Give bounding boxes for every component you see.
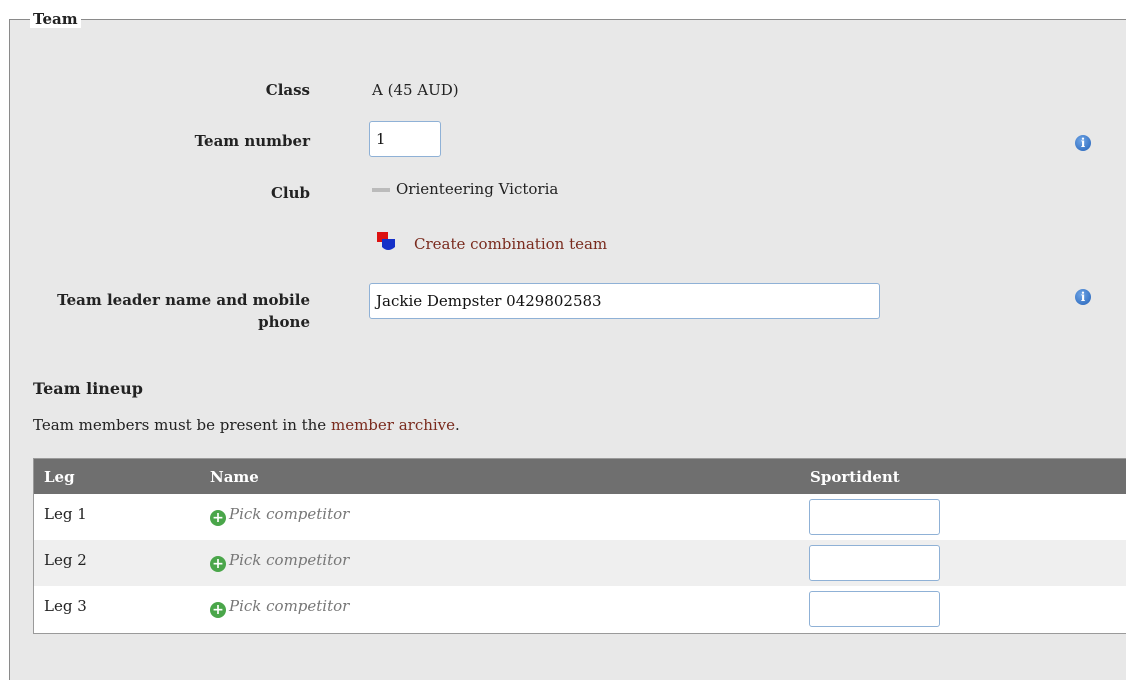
column-header-sportident: Sportident [810, 468, 900, 486]
team-lineup-heading: Team lineup [33, 379, 143, 398]
info-icon[interactable]: i [1075, 289, 1091, 305]
team-number-input[interactable]: 1 [369, 121, 441, 157]
column-header-leg: Leg [44, 468, 75, 486]
club-flag-icon [372, 188, 390, 192]
add-icon: + [210, 510, 226, 526]
club-label: Club [270, 184, 310, 202]
sportident-input[interactable] [809, 545, 940, 581]
team-leader-input[interactable]: Jackie Dempster 0429802583 [369, 283, 880, 319]
sportident-input[interactable] [809, 591, 940, 627]
table-row: Leg 3 + Pick competitor [34, 586, 1126, 632]
info-icon[interactable]: i [1075, 135, 1091, 151]
table-row: Leg 1 + Pick competitor [34, 494, 1126, 540]
class-label: Class [265, 81, 310, 99]
team-number-label: Team number [194, 132, 310, 150]
table-header: Leg Name Sportident [34, 459, 1126, 494]
team-lineup-note: Team members must be present in the memb… [33, 416, 460, 434]
pick-competitor-link[interactable]: + Pick competitor [210, 551, 349, 572]
pick-competitor-link[interactable]: + Pick competitor [210, 505, 349, 526]
leg-cell: Leg 3 [44, 597, 87, 615]
column-header-name: Name [210, 468, 259, 486]
add-icon: + [210, 556, 226, 572]
team-leader-label: Team leader name and mobile phone [57, 291, 310, 331]
fieldset-legend: Team [30, 10, 81, 28]
pick-competitor-link[interactable]: + Pick competitor [210, 597, 349, 618]
leg-cell: Leg 2 [44, 551, 87, 569]
add-icon: + [210, 602, 226, 618]
club-value: Orienteering Victoria [372, 180, 558, 198]
create-combination-team-link[interactable]: Create combination team [414, 235, 607, 253]
member-archive-link[interactable]: member archive [331, 416, 455, 434]
sportident-input[interactable] [809, 499, 940, 535]
leg-cell: Leg 1 [44, 505, 87, 523]
combination-team-icon [377, 232, 395, 250]
class-value: A (45 AUD) [372, 81, 459, 99]
team-lineup-table: Leg Name Sportident Leg 1 + Pick competit… [33, 458, 1126, 634]
table-row: Leg 2 + Pick competitor [34, 540, 1126, 586]
